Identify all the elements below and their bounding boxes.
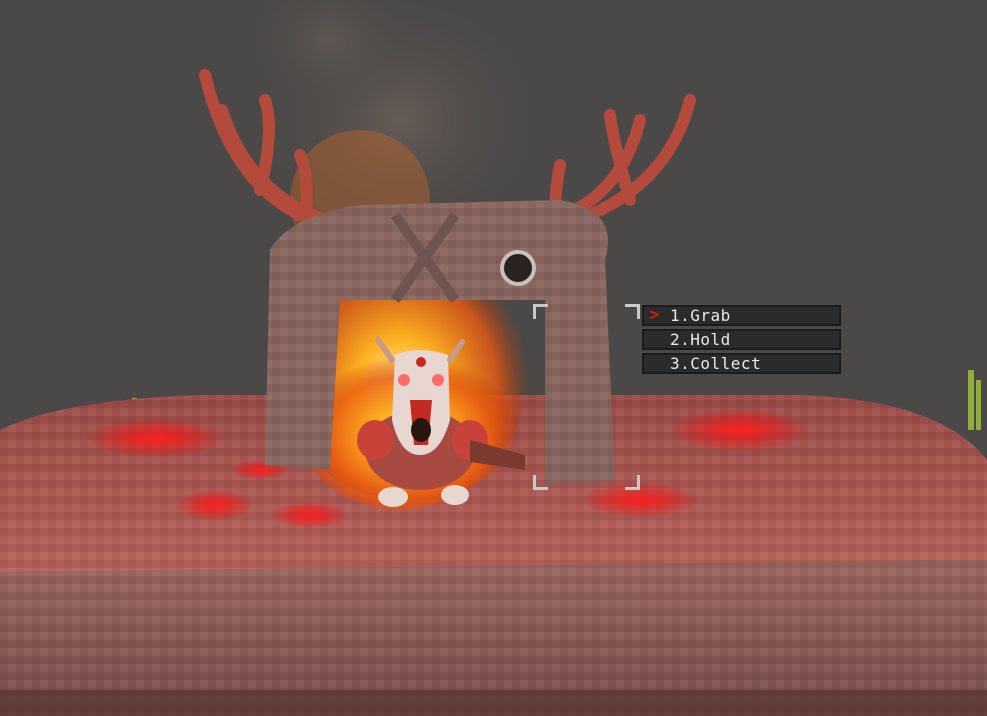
- bracket-corner: [533, 475, 548, 490]
- menu-item-grab[interactable]: > 1.Grab: [642, 305, 841, 326]
- selection-cursor-icon: >: [649, 305, 660, 325]
- menu-item-label: 3.Collect: [670, 354, 762, 373]
- menu-item-collect[interactable]: 3.Collect: [642, 353, 841, 374]
- menu-item-hold[interactable]: 2.Hold: [642, 329, 841, 350]
- interaction-menu: > 1.Grab 2.Hold 3.Collect: [642, 305, 841, 377]
- bracket-corner: [533, 304, 548, 319]
- game-viewport: > 1.Grab 2.Hold 3.Collect: [0, 0, 987, 716]
- bracket-corner: [625, 304, 640, 319]
- menu-item-label: 1.Grab: [670, 306, 731, 325]
- target-bracket: [533, 304, 640, 490]
- bracket-corner: [625, 475, 640, 490]
- menu-item-label: 2.Hold: [670, 330, 731, 349]
